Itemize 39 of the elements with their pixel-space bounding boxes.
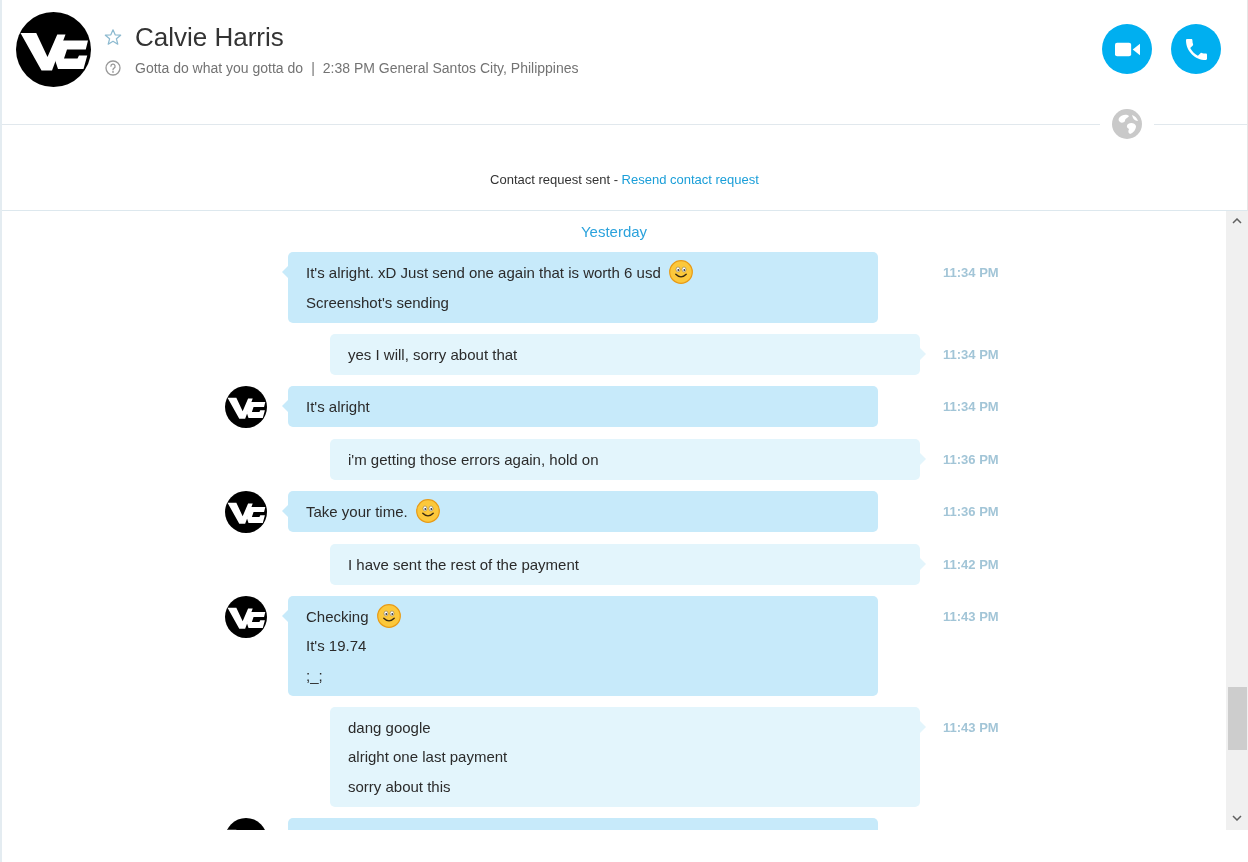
message-text: dang google: [348, 718, 431, 736]
local-time-location: 2:38 PM General Santos City, Philippines: [322, 59, 579, 78]
message-text: Checking: [306, 607, 369, 625]
message-time: 11:42 PM: [943, 555, 999, 574]
message-time: 11:43 PM: [943, 718, 999, 737]
message-text: It's alright: [306, 397, 370, 415]
message-time: 11:43 PM: [943, 607, 999, 626]
message-text: It's alright. xD Just send one again that is worth 6 usd: [306, 264, 661, 281]
message-text: ;_;: [306, 666, 323, 684]
resend-contact-request-link[interactable]: Resend contact request: [621, 172, 759, 187]
contact-name: Calvie Harris: [135, 21, 284, 54]
message-text: sorry about this: [348, 777, 451, 795]
voice-call-button[interactable]: [1171, 24, 1221, 74]
message-time: 11:34 PM: [943, 345, 999, 364]
scrollbar-thumb[interactable]: [1227, 687, 1247, 750]
contact-request-notice: Contact request sent - Resend contact request: [489, 171, 760, 189]
video-camera-icon: [1114, 41, 1140, 57]
message-text: I have sent the rest of the payment: [348, 555, 579, 573]
mood-message: Gotta do what you gotta do: [135, 59, 304, 78]
message-text: alright one last payment: [348, 748, 508, 765]
help-icon: [105, 60, 121, 76]
video-call-button[interactable]: [1102, 24, 1152, 74]
scrollbar[interactable]: [1226, 211, 1248, 830]
chevron-down-icon[interactable]: [1232, 815, 1242, 821]
globe-icon[interactable]: [1112, 109, 1142, 139]
separator: |: [311, 59, 315, 78]
message-time: 11:36 PM: [943, 450, 999, 469]
message-text: Screenshot's sending: [306, 293, 449, 311]
message-text: i'm getting those errors again, hold on: [348, 450, 599, 468]
day-label: Yesterday: [580, 223, 648, 240]
message-text: Take your time.: [306, 502, 408, 520]
message-time: 11:34 PM: [943, 397, 999, 416]
message-text: yes I will, sorry about that: [348, 345, 518, 363]
message-time: 11:34 PM: [943, 264, 999, 282]
phone-icon: [1185, 38, 1207, 60]
star-icon[interactable]: [104, 28, 122, 46]
message-text: It's 19.74: [306, 637, 367, 654]
message-time: 11:36 PM: [943, 502, 999, 521]
chevron-up-icon[interactable]: [1232, 218, 1242, 224]
